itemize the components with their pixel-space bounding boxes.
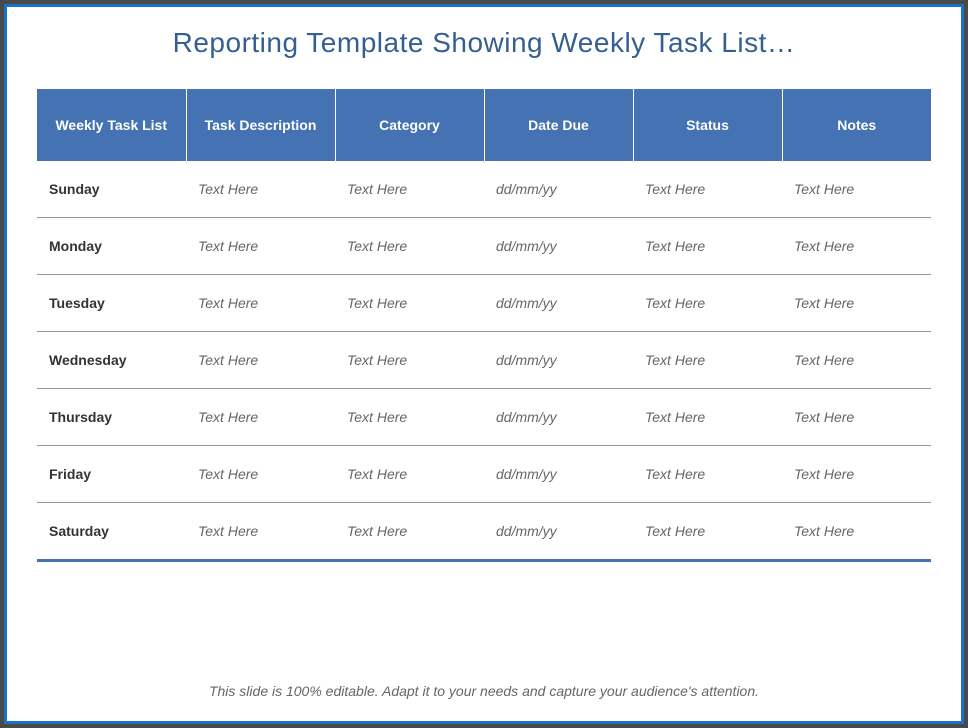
header-weekly-task-list: Weekly Task List (37, 89, 186, 161)
slide-container: Reporting Template Showing Weekly Task L… (4, 4, 964, 724)
cell-status: Text Here (633, 446, 782, 503)
footer-note: This slide is 100% editable. Adapt it to… (7, 683, 961, 699)
cell-day: Thursday (37, 389, 186, 446)
cell-notes: Text Here (782, 161, 931, 218)
header-task-description: Task Description (186, 89, 335, 161)
cell-category: Text Here (335, 389, 484, 446)
table-header-row: Weekly Task List Task Description Catego… (37, 89, 931, 161)
header-date-due: Date Due (484, 89, 633, 161)
cell-date-due: dd/mm/yy (484, 503, 633, 561)
cell-date-due: dd/mm/yy (484, 161, 633, 218)
cell-notes: Text Here (782, 218, 931, 275)
cell-day: Monday (37, 218, 186, 275)
cell-notes: Text Here (782, 275, 931, 332)
cell-day: Saturday (37, 503, 186, 561)
cell-day: Tuesday (37, 275, 186, 332)
cell-status: Text Here (633, 332, 782, 389)
slide-title: Reporting Template Showing Weekly Task L… (37, 27, 931, 59)
cell-category: Text Here (335, 275, 484, 332)
cell-notes: Text Here (782, 503, 931, 561)
cell-description: Text Here (186, 275, 335, 332)
cell-date-due: dd/mm/yy (484, 218, 633, 275)
cell-status: Text Here (633, 275, 782, 332)
table-row: Saturday Text Here Text Here dd/mm/yy Te… (37, 503, 931, 561)
cell-category: Text Here (335, 161, 484, 218)
cell-date-due: dd/mm/yy (484, 275, 633, 332)
cell-day: Wednesday (37, 332, 186, 389)
table-row: Thursday Text Here Text Here dd/mm/yy Te… (37, 389, 931, 446)
cell-description: Text Here (186, 218, 335, 275)
cell-category: Text Here (335, 332, 484, 389)
cell-description: Text Here (186, 389, 335, 446)
cell-category: Text Here (335, 218, 484, 275)
cell-status: Text Here (633, 503, 782, 561)
header-status: Status (633, 89, 782, 161)
cell-day: Sunday (37, 161, 186, 218)
cell-category: Text Here (335, 503, 484, 561)
table-row: Tuesday Text Here Text Here dd/mm/yy Tex… (37, 275, 931, 332)
header-notes: Notes (782, 89, 931, 161)
cell-notes: Text Here (782, 389, 931, 446)
cell-date-due: dd/mm/yy (484, 446, 633, 503)
cell-description: Text Here (186, 161, 335, 218)
cell-notes: Text Here (782, 332, 931, 389)
cell-notes: Text Here (782, 446, 931, 503)
cell-description: Text Here (186, 446, 335, 503)
cell-date-due: dd/mm/yy (484, 389, 633, 446)
cell-status: Text Here (633, 389, 782, 446)
table-row: Wednesday Text Here Text Here dd/mm/yy T… (37, 332, 931, 389)
cell-status: Text Here (633, 161, 782, 218)
cell-category: Text Here (335, 446, 484, 503)
cell-date-due: dd/mm/yy (484, 332, 633, 389)
cell-description: Text Here (186, 332, 335, 389)
cell-status: Text Here (633, 218, 782, 275)
cell-day: Friday (37, 446, 186, 503)
table-row: Friday Text Here Text Here dd/mm/yy Text… (37, 446, 931, 503)
table-row: Sunday Text Here Text Here dd/mm/yy Text… (37, 161, 931, 218)
header-category: Category (335, 89, 484, 161)
table-row: Monday Text Here Text Here dd/mm/yy Text… (37, 218, 931, 275)
task-table: Weekly Task List Task Description Catego… (37, 89, 931, 562)
cell-description: Text Here (186, 503, 335, 561)
